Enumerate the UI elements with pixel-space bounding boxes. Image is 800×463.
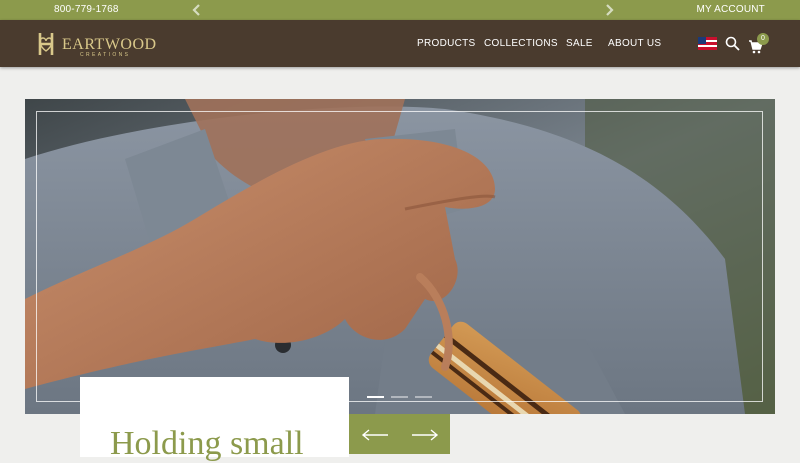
next-announcement-arrow-icon[interactable] [602, 3, 616, 17]
prev-announcement-arrow-icon[interactable] [190, 3, 204, 17]
next-slide-arrow-icon[interactable] [411, 429, 439, 441]
nav-products[interactable]: PRODUCTS [417, 38, 476, 49]
hero-frame [36, 111, 763, 402]
cart-count-badge: 0 [757, 33, 769, 45]
slide-dot-2[interactable] [391, 396, 408, 398]
nav-collections[interactable]: COLLECTIONS [484, 38, 558, 49]
main-nav: PRODUCTS COLLECTIONS SALE ABOUT US [0, 38, 800, 50]
search-icon[interactable] [725, 36, 740, 51]
slide-dot-1[interactable] [367, 396, 384, 398]
phone-number[interactable]: 800-779-1768 [54, 4, 119, 15]
top-bar: 800-779-1768 MY ACCOUNT [0, 0, 800, 20]
language-flag-icon[interactable] [698, 37, 717, 50]
previous-slide-arrow-icon[interactable] [361, 429, 389, 441]
slide-nav [349, 414, 450, 454]
nav-sale[interactable]: SALE [566, 38, 593, 49]
nav-about-us[interactable]: ABOUT US [608, 38, 661, 49]
slide-indicators [367, 396, 437, 399]
hero-caption-title: Holding small [110, 425, 304, 462]
my-account-link[interactable]: MY ACCOUNT [697, 4, 766, 15]
hero-caption-card: Holding small [80, 377, 349, 462]
hero-slideshow[interactable] [25, 99, 775, 414]
logo-subtitle: CREATIONS [80, 52, 131, 58]
slide-dot-3[interactable] [415, 396, 432, 398]
